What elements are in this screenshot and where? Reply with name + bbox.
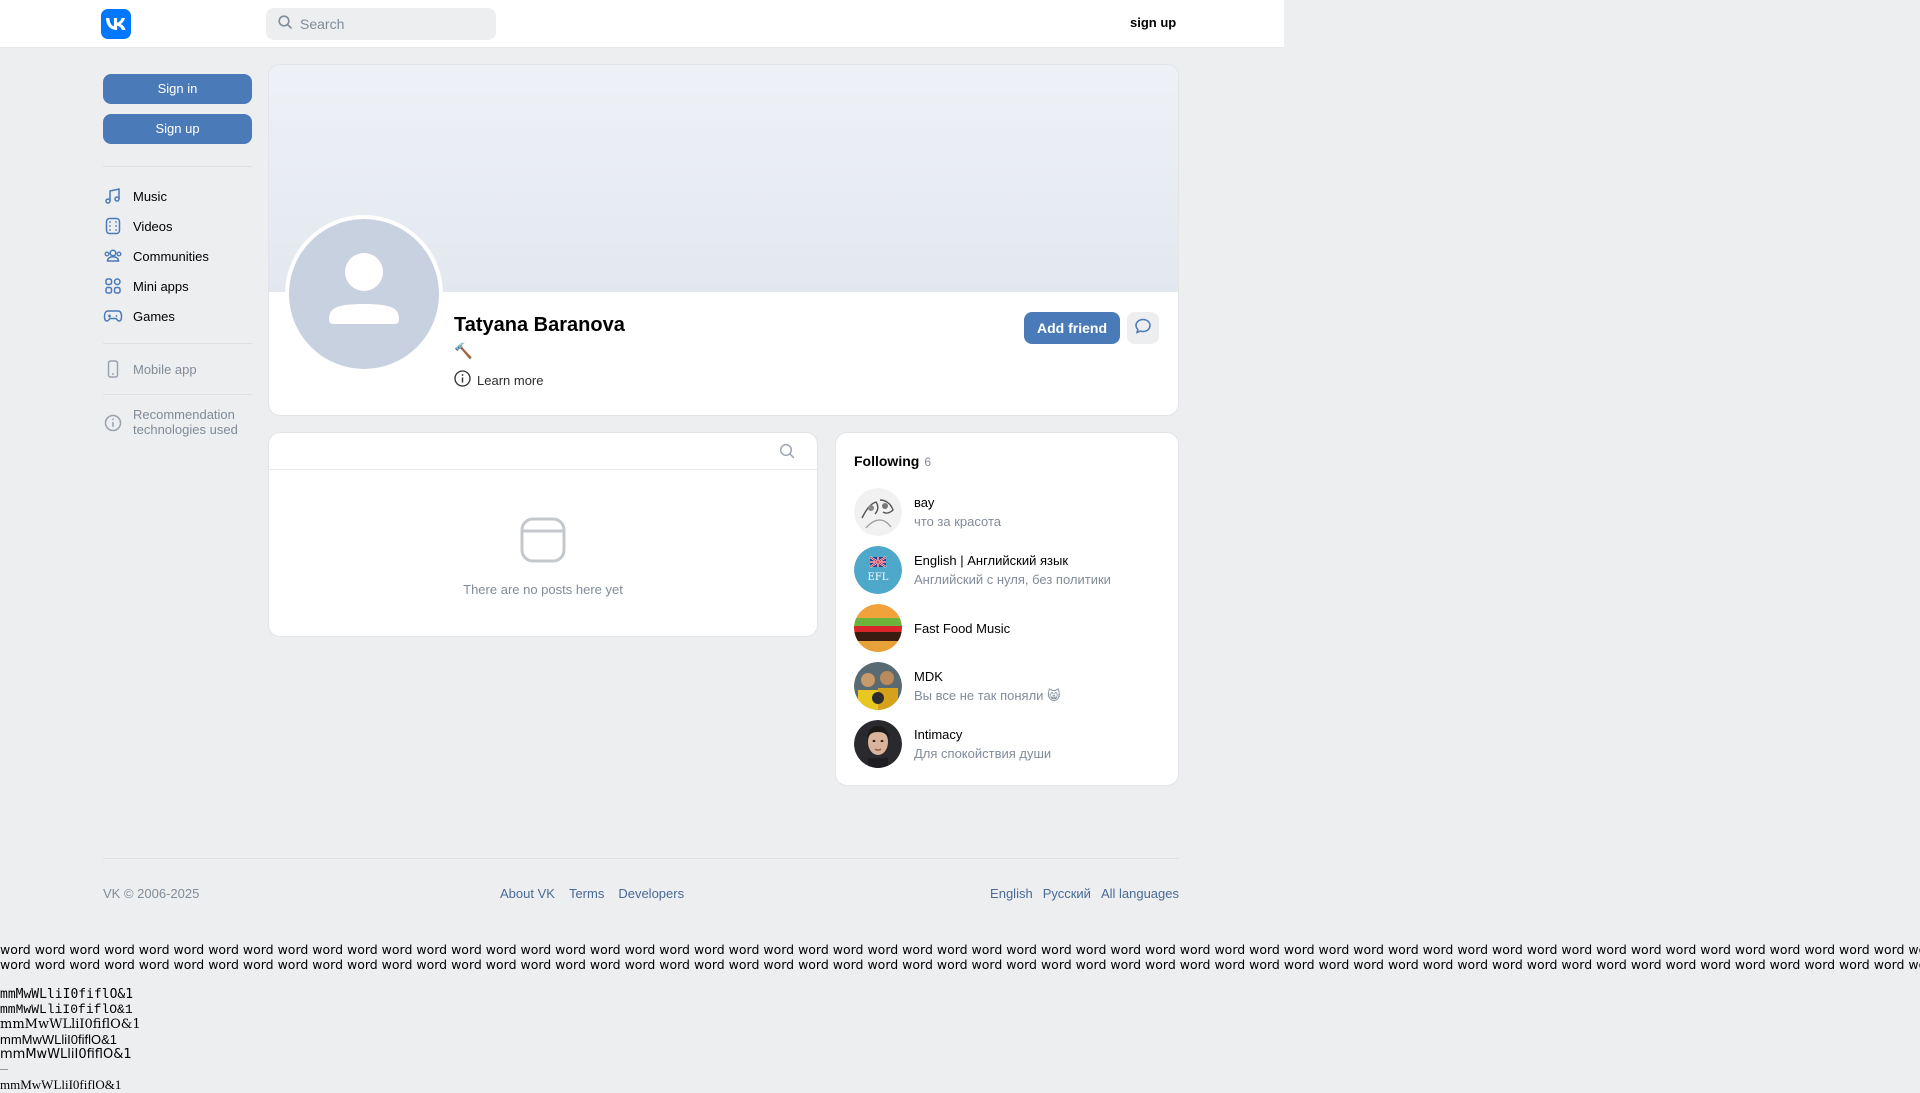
following-item[interactable]: Fast Food Music — [854, 603, 1164, 653]
empty-posts-icon — [520, 517, 566, 568]
sidebar-item-videos[interactable]: Videos — [103, 211, 252, 241]
sidebar-divider — [103, 394, 252, 395]
sidebar-item-label: Mini apps — [133, 278, 189, 294]
footer-divider — [103, 858, 1179, 859]
font-test-words: word word word word word word word word … — [0, 957, 1920, 972]
language-russian[interactable]: Русский — [1043, 886, 1091, 901]
vk-logo-icon[interactable] — [101, 9, 131, 39]
chat-bubble-icon — [1134, 317, 1152, 340]
signin-button[interactable]: Sign in — [103, 74, 252, 104]
default-avatar-icon — [289, 219, 439, 369]
footer-links: About VK Terms Developers — [500, 886, 684, 901]
learn-more-label: Learn more — [477, 372, 544, 388]
search-icon — [278, 14, 292, 34]
sidebar-item-label: Videos — [133, 218, 173, 234]
message-button[interactable] — [1127, 312, 1159, 344]
font-test-words: word word word word word word word word … — [0, 942, 1920, 957]
copyright: VK © 2006-2025 — [103, 886, 200, 901]
font-test-sample: mmMwWLliI0fiflO&1 — [0, 1032, 118, 1047]
learn-more-link[interactable]: Learn more — [454, 370, 543, 390]
footer-link-terms[interactable]: Terms — [569, 886, 604, 901]
sidebar-divider — [103, 343, 252, 344]
following-name: Fast Food Music — [914, 620, 1011, 636]
community-avatar — [854, 662, 902, 710]
empty-posts-text: There are no posts here yet — [463, 582, 623, 597]
following-card: Following 6 вау что за красота EFL Englis… — [835, 432, 1179, 786]
signup-button[interactable]: Sign up — [103, 114, 252, 144]
language-all[interactable]: All languages — [1101, 886, 1179, 901]
sidebar-item-label: Communities — [133, 248, 209, 264]
svg-text:EFL: EFL — [868, 572, 889, 583]
font-test-divider — [0, 1062, 1920, 1077]
top-header: sign up — [0, 0, 1284, 48]
following-item[interactable]: Intimacy Для спокойствия души — [854, 719, 1164, 769]
search-field[interactable] — [266, 8, 496, 40]
gamepad-icon — [103, 306, 123, 326]
communities-icon — [103, 246, 123, 266]
empty-state: There are no posts here yet — [269, 470, 817, 597]
font-test-sample: mmMwWLliI0fiflO&1 — [0, 1017, 141, 1032]
sidebar-item-mobile-app[interactable]: Mobile app — [103, 354, 252, 384]
search-input[interactable] — [300, 16, 480, 32]
following-subtitle: Для спокойствия души — [914, 746, 1052, 761]
profile-card: Tatyana Baranova 🔨 Learn more Add friend — [268, 64, 1179, 416]
music-icon — [103, 186, 123, 206]
sidebar: Sign in Sign up Music Videos Communities… — [103, 74, 252, 439]
profile-status: 🔨 — [454, 343, 473, 360]
following-subtitle: Вы все не так поняли 😸 — [914, 687, 1061, 703]
font-test-sample: mmMwWLliI0fiflO&1 — [0, 1002, 133, 1017]
following-subtitle: Английский с нуля, без политики — [914, 572, 1111, 587]
community-avatar — [854, 488, 902, 536]
phone-icon — [103, 359, 123, 379]
sidebar-item-mini-apps[interactable]: Mini apps — [103, 271, 252, 301]
following-name: English | Английский язык — [914, 553, 1069, 568]
following-item[interactable]: EFL English | Английский язык Английский… — [854, 545, 1164, 595]
sidebar-item-label: Games — [133, 308, 175, 324]
font-test-sample: mmMwWLliI0fiflO&1 — [0, 1047, 132, 1062]
following-item[interactable]: вау что за красота — [854, 487, 1164, 537]
following-subtitle: что за красота — [914, 514, 1002, 529]
following-name: MDK — [914, 668, 943, 684]
following-title: Following — [854, 453, 920, 469]
sidebar-item-label: Mobile app — [133, 361, 197, 377]
wall-header — [269, 433, 817, 470]
font-test-sample: mmMwWLliI0fiflO&1 — [0, 987, 134, 1002]
info-icon — [103, 413, 123, 433]
footer-link-developers[interactable]: Developers — [618, 886, 684, 901]
avatar[interactable] — [285, 215, 443, 373]
community-avatar: EFL — [854, 546, 902, 594]
following-count: 6 — [924, 455, 932, 469]
sidebar-divider — [103, 166, 252, 167]
mini-apps-icon — [103, 276, 123, 296]
sidebar-item-games[interactable]: Games — [103, 301, 252, 331]
sidebar-item-label: Recommendation technologies used — [133, 407, 238, 437]
following-name: вау — [914, 495, 935, 510]
following-header[interactable]: Following 6 — [854, 453, 931, 469]
font-test-block: word word word word word word word word … — [0, 942, 1920, 1092]
header-signup-link[interactable]: sign up — [1130, 15, 1176, 30]
footer-link-about[interactable]: About VK — [500, 886, 555, 901]
search-icon[interactable] — [779, 443, 795, 464]
community-avatar — [854, 604, 902, 652]
add-friend-button[interactable]: Add friend — [1024, 312, 1120, 344]
language-english[interactable]: English — [990, 886, 1033, 901]
sidebar-item-music[interactable]: Music — [103, 181, 252, 211]
community-avatar — [854, 720, 902, 768]
following-item[interactable]: MDK Вы все не так поняли 😸 — [854, 661, 1164, 711]
footer-languages: English Русский All languages — [990, 886, 1179, 901]
sidebar-item-recommendation[interactable]: Recommendation technologies used — [103, 407, 252, 439]
sidebar-item-communities[interactable]: Communities — [103, 241, 252, 271]
font-test-sample: mmMwWLliI0fiflO&1 — [0, 1077, 122, 1092]
profile-name: Tatyana Baranova — [454, 314, 625, 336]
wall-posts-card: There are no posts here yet — [268, 432, 818, 637]
following-name: Intimacy — [914, 727, 963, 742]
info-icon — [454, 370, 471, 390]
footer: VK © 2006-2025 About VK Terms Developers… — [103, 886, 1179, 902]
video-icon — [103, 216, 123, 236]
sidebar-item-label: Music — [133, 188, 167, 204]
